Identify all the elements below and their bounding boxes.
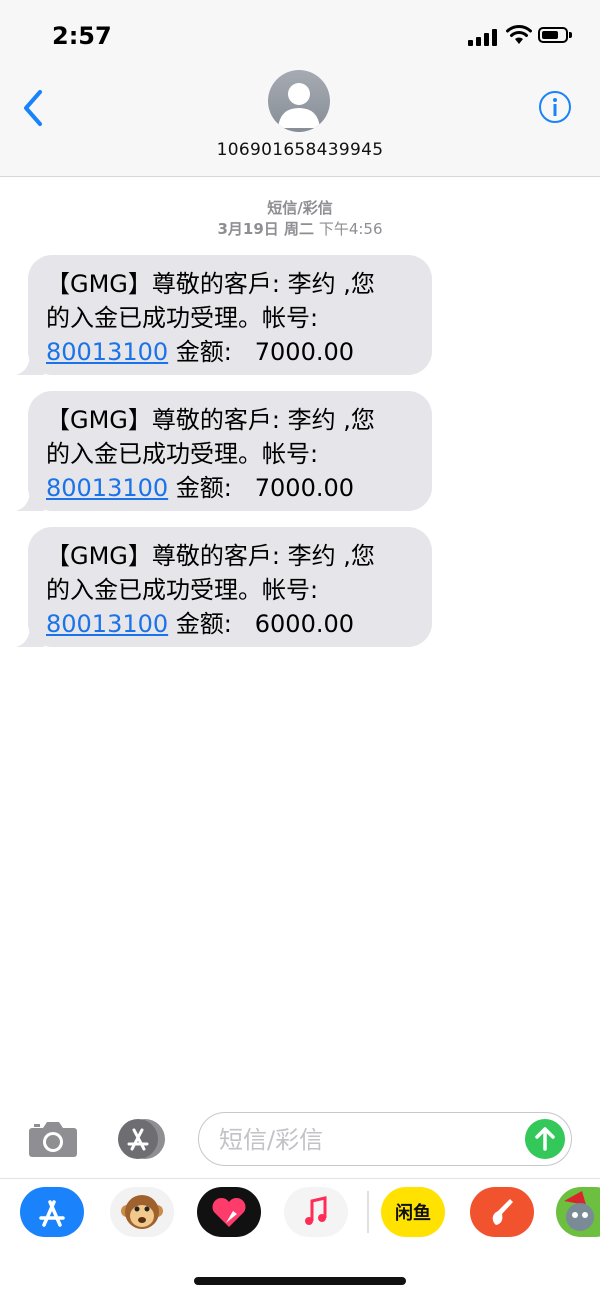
app-store-button-icon[interactable] — [112, 1118, 166, 1160]
arrow-up-icon — [535, 1127, 555, 1151]
message-line: 【GMG】尊敬的客戶: 李约 ,您 — [46, 270, 375, 298]
bubble-tail — [16, 625, 44, 647]
music-icon[interactable] — [284, 1187, 348, 1237]
contact-avatar[interactable] — [268, 70, 330, 132]
amount-value: 7000.00 — [254, 338, 355, 366]
account-number-link[interactable]: 80013100 — [46, 474, 168, 502]
message-input[interactable] — [217, 1121, 511, 1159]
garageband-icon[interactable] — [470, 1187, 534, 1237]
drawer-divider — [367, 1191, 369, 1233]
message-date: 3月19日 周二 — [217, 220, 315, 238]
message-type-label: 短信/彩信 — [267, 199, 333, 217]
message-line: 的入金已成功受理。帐号: — [46, 440, 319, 468]
bubble-tail — [16, 489, 44, 511]
animoji-icon[interactable] — [110, 1187, 174, 1237]
amount-label: 金额: — [168, 338, 232, 366]
status-bar: 2:57 — [0, 0, 600, 70]
conversation-header: 106901658439945 — [0, 70, 600, 177]
amount-value: 7000.00 — [254, 474, 355, 502]
talking-tom-icon[interactable] — [556, 1187, 600, 1237]
amount-value: 6000.00 — [254, 610, 355, 638]
wifi-icon — [506, 25, 532, 44]
xianyu-icon[interactable]: 闲鱼 — [381, 1187, 445, 1237]
message-bubble[interactable]: 【GMG】尊敬的客戶: 李约 ,您 的入金已成功受理。帐号: 80013100 … — [16, 255, 432, 375]
bubble-tail — [16, 353, 44, 375]
xianyu-label: 闲鱼 — [395, 1202, 431, 1224]
message-input-field[interactable] — [198, 1112, 572, 1166]
account-number-link[interactable]: 80013100 — [46, 610, 168, 638]
amount-label: 金额: — [168, 474, 232, 502]
person-silhouette-icon — [278, 83, 320, 128]
battery-icon — [538, 27, 572, 43]
message-timestamp: 3月19日 周二 下午4:56 — [0, 218, 600, 239]
message-bubble[interactable]: 【GMG】尊敬的客戶: 李约 ,您 的入金已成功受理。帐号: 80013100 … — [16, 527, 432, 647]
message-time: 下午4:56 — [318, 220, 383, 238]
status-time: 2:57 — [52, 22, 112, 50]
imessage-app-drawer: 闲鱼 — [0, 1178, 600, 1245]
contact-name[interactable]: 106901658439945 — [0, 140, 600, 160]
amount-label: 金额: — [168, 610, 232, 638]
message-line: 的入金已成功受理。帐号: — [46, 576, 319, 604]
account-number-link[interactable]: 80013100 — [46, 338, 168, 366]
home-indicator[interactable] — [194, 1277, 406, 1285]
digital-touch-icon[interactable] — [197, 1187, 261, 1237]
camera-icon[interactable] — [28, 1118, 78, 1158]
message-line: 的入金已成功受理。帐号: — [46, 304, 319, 332]
send-button[interactable] — [525, 1119, 565, 1159]
message-line: 【GMG】尊敬的客戶: 李约 ,您 — [46, 542, 375, 570]
back-chevron-icon[interactable] — [18, 88, 48, 128]
message-bubble[interactable]: 【GMG】尊敬的客戶: 李约 ,您 的入金已成功受理。帐号: 80013100 … — [16, 391, 432, 511]
info-icon[interactable] — [538, 90, 572, 124]
cellular-signal-icon — [468, 28, 498, 46]
app-store-icon[interactable] — [20, 1187, 84, 1237]
message-line: 【GMG】尊敬的客戶: 李约 ,您 — [46, 406, 375, 434]
